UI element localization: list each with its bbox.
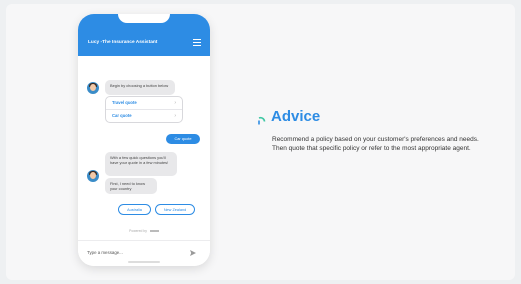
option-travel-quote[interactable]: Travel quote › — [106, 97, 182, 109]
option-label: Car quote — [112, 113, 132, 118]
assistant-avatar — [87, 82, 99, 94]
phone-notch — [118, 14, 170, 23]
option-label: Travel quote — [112, 100, 137, 105]
powered-by-text: Powered by — [78, 229, 210, 233]
phone-mockup: Lucy -The Insurance Assistant Begin by c… — [78, 14, 210, 266]
bot-message: First, I need to know your country — [105, 178, 157, 194]
message-input[interactable]: Type a message... — [87, 250, 123, 255]
country-button-new-zealand[interactable]: New Zealand — [155, 204, 195, 215]
option-car-quote[interactable]: Car quote › — [106, 109, 182, 122]
chevron-right-icon: › — [174, 113, 176, 119]
assistant-avatar — [87, 170, 99, 182]
quote-options: Travel quote › Car quote › — [105, 96, 183, 123]
home-indicator — [128, 261, 160, 263]
advice-arc-icon — [258, 116, 266, 125]
country-button-australia[interactable]: Australia — [118, 204, 151, 215]
user-message: Car quote — [166, 134, 200, 144]
send-arrow-icon[interactable] — [190, 250, 196, 256]
chat-title: Lucy -The Insurance Assistant — [88, 40, 158, 45]
brand-logo — [149, 230, 159, 233]
bot-message: Begin by choosing a button below — [105, 80, 175, 95]
chevron-right-icon: › — [174, 100, 176, 106]
bot-message: With a few quick questions you'll have y… — [105, 152, 177, 176]
powered-by-label: Powered by — [129, 229, 147, 233]
advice-title: Advice — [271, 108, 321, 125]
advice-description: Recommend a policy based on your custome… — [272, 136, 479, 152]
chat-area: Begin by choosing a button below Travel … — [78, 56, 210, 236]
hamburger-menu-icon[interactable] — [193, 39, 201, 46]
chat-header: Lucy -The Insurance Assistant — [78, 14, 210, 56]
